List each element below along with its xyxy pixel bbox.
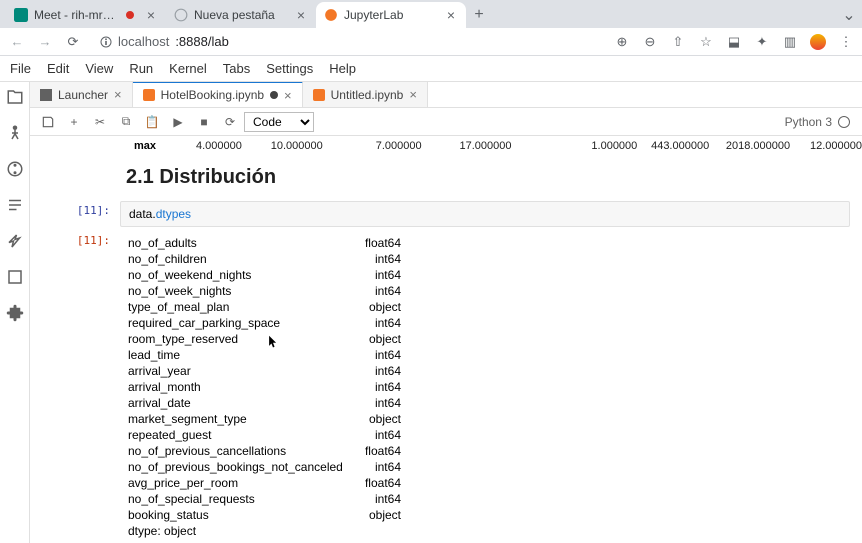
browser-tabstrip: Meet - rih-mrpc-fte × Nueva pestaña × Ju… (0, 0, 862, 28)
cell-type-select[interactable]: Code (244, 112, 314, 132)
input-prompt: [11]: (30, 201, 120, 227)
back-button[interactable]: ← (8, 33, 26, 51)
reload-button[interactable]: ⟳ (64, 33, 82, 51)
tab-label: HotelBooking.ipynb (161, 88, 264, 102)
notebook-icon (313, 89, 325, 101)
side-panel-icon[interactable]: ▥ (782, 34, 798, 50)
stop-button[interactable]: ■ (192, 111, 216, 133)
new-tab-button[interactable]: + (466, 2, 492, 28)
unsaved-indicator-icon (270, 91, 278, 99)
share-icon[interactable]: ⇧ (670, 34, 686, 50)
tab-title: JupyterLab (344, 8, 438, 22)
notebook-icon (143, 89, 155, 101)
jupyter-icon (324, 8, 338, 22)
output-prompt: [11]: (30, 231, 120, 543)
code-cell[interactable]: [11]: data.dtypes (30, 199, 862, 229)
restart-button[interactable]: ⟳ (218, 111, 242, 133)
tab-hotelbooking[interactable]: HotelBooking.ipynb × (133, 82, 303, 107)
mouse-cursor-icon (268, 335, 278, 349)
table-row: max 4.000000 10.000000 7.000000 17.00000… (30, 140, 862, 152)
kernel-indicator[interactable]: Python 3 (785, 115, 856, 129)
window-chevron-icon[interactable]: ⌄ (836, 2, 862, 28)
git-icon[interactable] (6, 160, 24, 178)
download-icon[interactable]: ⬓ (726, 34, 742, 50)
launcher-icon (40, 89, 52, 101)
build-icon[interactable] (6, 232, 24, 250)
profile-avatar[interactable] (810, 34, 826, 50)
close-icon[interactable]: × (294, 8, 308, 22)
address-bar[interactable]: localhost :8888/lab (92, 31, 604, 53)
site-info-icon (100, 36, 112, 48)
tab-label: Launcher (58, 88, 108, 102)
running-icon[interactable] (6, 124, 24, 142)
kernel-name: Python 3 (785, 115, 832, 129)
menu-settings[interactable]: Settings (266, 61, 313, 76)
menu-file[interactable]: File (10, 61, 31, 76)
menu-help[interactable]: Help (329, 61, 356, 76)
translate-icon[interactable]: ⊕ (614, 34, 630, 50)
tab-title: Meet - rih-mrpc-fte (34, 8, 120, 22)
add-cell-button[interactable]: + (62, 111, 86, 133)
chrome-menu-icon[interactable]: ⋮ (838, 34, 854, 50)
close-icon[interactable]: × (409, 87, 417, 102)
copy-button[interactable]: ⧉ (114, 111, 138, 133)
close-icon[interactable]: × (444, 8, 458, 22)
toc-icon[interactable] (6, 196, 24, 214)
output-text: no_of_adultsfloat64no_of_childrenint64no… (120, 231, 850, 543)
browser-tab-jupyter[interactable]: JupyterLab × (316, 2, 466, 28)
cut-button[interactable]: ✂ (88, 111, 112, 133)
menu-kernel[interactable]: Kernel (169, 61, 207, 76)
tab-untitled[interactable]: Untitled.ipynb × (303, 82, 428, 107)
puzzle-icon[interactable] (6, 304, 24, 322)
menu-view[interactable]: View (85, 61, 113, 76)
tab-title: Nueva pestaña (194, 8, 288, 22)
menu-run[interactable]: Run (129, 61, 153, 76)
globe-icon (174, 8, 188, 22)
run-button[interactable]: ▶ (166, 111, 190, 133)
extension-manager-icon[interactable] (6, 268, 24, 286)
forward-button: → (36, 33, 54, 51)
bookmark-icon[interactable]: ☆ (698, 34, 714, 50)
browser-tab-meet[interactable]: Meet - rih-mrpc-fte × (6, 2, 166, 28)
meet-icon (14, 8, 28, 22)
menu-edit[interactable]: Edit (47, 61, 69, 76)
kernel-status-icon (838, 116, 850, 128)
section-heading: 2.1 Distribución (30, 152, 862, 199)
browser-toolbar: ← → ⟳ localhost :8888/lab ⊕ ⊖ ⇧ ☆ ⬓ ✦ ▥ ⋮ (0, 28, 862, 56)
recording-indicator-icon (126, 11, 134, 19)
code-input[interactable]: data.dtypes (120, 201, 850, 227)
url-path: :8888/lab (175, 34, 229, 49)
close-icon[interactable]: × (114, 87, 122, 102)
menu-tabs[interactable]: Tabs (223, 61, 250, 76)
close-icon[interactable]: × (284, 88, 292, 103)
save-button[interactable] (36, 111, 60, 133)
tab-launcher[interactable]: Launcher × (30, 82, 133, 107)
file-browser-icon[interactable] (6, 88, 24, 106)
url-host: localhost (118, 34, 169, 49)
close-icon[interactable]: × (144, 8, 158, 22)
tab-label: Untitled.ipynb (331, 88, 404, 102)
browser-tab-newtab[interactable]: Nueva pestaña × (166, 2, 316, 28)
extensions-icon[interactable]: ✦ (754, 34, 770, 50)
jupyterlab-app: File Edit View Run Kernel Tabs Settings … (0, 56, 862, 543)
browser-action-icons: ⊕ ⊖ ⇧ ☆ ⬓ ✦ ▥ ⋮ (614, 34, 854, 50)
zoom-icon[interactable]: ⊖ (642, 34, 658, 50)
jlab-menubar: File Edit View Run Kernel Tabs Settings … (0, 56, 862, 82)
output-cell: [11]: no_of_adultsfloat64no_of_childreni… (30, 229, 862, 543)
notebook-panel[interactable]: max 4.000000 10.000000 7.000000 17.00000… (30, 136, 862, 543)
jlab-left-sidebar (0, 82, 30, 543)
paste-button[interactable]: 📋 (140, 111, 164, 133)
notebook-toolbar: + ✂ ⧉ 📋 ▶ ■ ⟳ Code Python 3 (30, 108, 862, 136)
document-tabs: Launcher × HotelBooking.ipynb × Untitled… (30, 82, 862, 108)
